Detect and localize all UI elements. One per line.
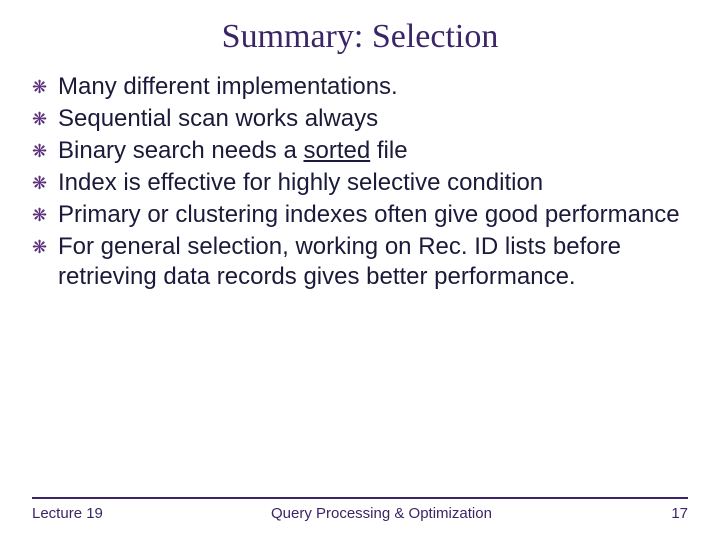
list-item: ❋ Many different implementations. bbox=[32, 72, 688, 102]
slide: Summary: Selection ❋ Many different impl… bbox=[0, 0, 720, 540]
footer-divider bbox=[32, 497, 688, 499]
bullet-list: ❋ Many different implementations. ❋ Sequ… bbox=[32, 72, 688, 292]
list-item: ❋ Binary search needs a sorted file bbox=[32, 136, 688, 166]
slide-footer: Lecture 19 Query Processing & Optimizati… bbox=[32, 497, 688, 522]
list-item: ❋ For general selection, working on Rec.… bbox=[32, 232, 688, 292]
footer-row: Lecture 19 Query Processing & Optimizati… bbox=[32, 505, 688, 522]
bullet-icon: ❋ bbox=[32, 171, 47, 196]
list-item: ❋ Index is effective for highly selectiv… bbox=[32, 168, 688, 198]
footer-course: Query Processing & Optimization bbox=[103, 505, 660, 522]
bullet-text: Many different implementations. bbox=[58, 73, 398, 100]
bullet-icon: ❋ bbox=[32, 75, 47, 100]
bullet-icon: ❋ bbox=[32, 235, 47, 260]
slide-title: Summary: Selection bbox=[32, 18, 688, 56]
list-item: ❋ Sequential scan works always bbox=[32, 104, 688, 134]
bullet-icon: ❋ bbox=[32, 203, 47, 228]
list-item: ❋ Primary or clustering indexes often gi… bbox=[32, 200, 688, 230]
bullet-underline: sorted bbox=[303, 137, 370, 164]
bullet-text-post: file bbox=[370, 137, 407, 164]
bullet-text: Binary search needs a bbox=[58, 137, 303, 164]
bullet-text: Primary or clustering indexes often give… bbox=[58, 201, 680, 228]
footer-lecture: Lecture 19 bbox=[32, 505, 103, 522]
footer-page-number: 17 bbox=[660, 505, 688, 522]
bullet-text: Sequential scan works always bbox=[58, 105, 378, 132]
bullet-icon: ❋ bbox=[32, 139, 47, 164]
bullet-text: Index is effective for highly selective … bbox=[58, 169, 543, 196]
bullet-text: For general selection, working on Rec. I… bbox=[58, 233, 621, 290]
bullet-icon: ❋ bbox=[32, 107, 47, 132]
